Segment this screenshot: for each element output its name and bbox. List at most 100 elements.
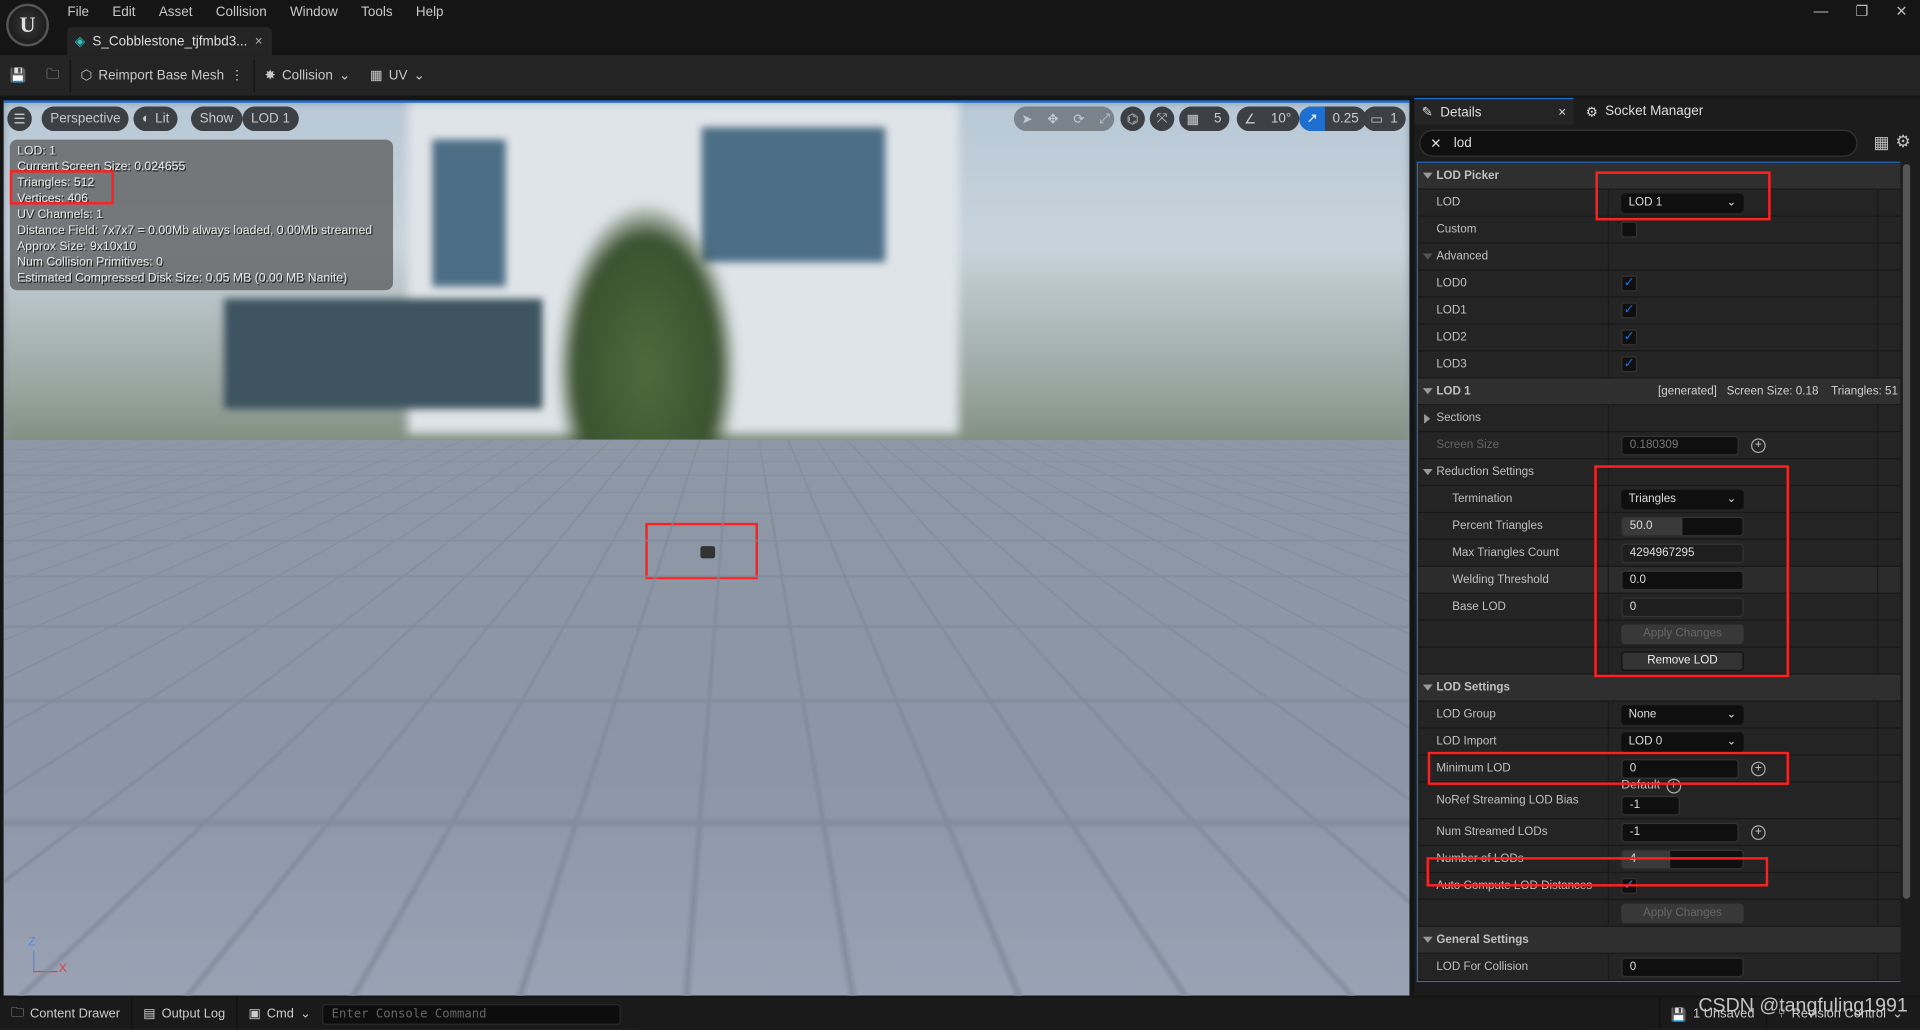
tab-details[interactable]: ✎ Details × (1414, 97, 1574, 125)
property-lod1: LOD1 ✓ (1417, 297, 1901, 325)
camera-speed-value: 1 (1390, 111, 1398, 127)
scrollbar[interactable] (1902, 164, 1911, 899)
search-input[interactable]: ✕ lod (1419, 129, 1858, 157)
viewport-menu-button[interactable]: ☰ (7, 106, 32, 132)
close-tab-icon[interactable]: × (1558, 105, 1566, 120)
lod0-checkbox[interactable]: ✓ (1621, 275, 1638, 292)
menu-help[interactable]: Help (416, 4, 455, 21)
add-icon[interactable]: + (1751, 437, 1766, 453)
highlight-box (1426, 857, 1769, 887)
close-tab-icon[interactable]: × (255, 34, 263, 49)
transform-tools[interactable]: ➤ ✥ ⟳ ⤢ (1013, 106, 1117, 132)
screen-size-field[interactable]: 0.180309 (1621, 435, 1739, 455)
select-icon[interactable]: ➤ (1014, 111, 1040, 127)
output-log-button[interactable]: ▤ Output Log (132, 997, 238, 1030)
minimize-button[interactable]: — (1814, 2, 1829, 19)
window-controls: — ❐ ✕ (1814, 2, 1908, 19)
num-streamed-lods-field[interactable]: -1 (1621, 822, 1739, 842)
property-label: Sections (1418, 405, 1609, 432)
num-streamed-lods-value: -1 (1629, 825, 1641, 839)
highlight-box (9, 170, 114, 205)
building-window (224, 298, 543, 409)
lod1-checkbox[interactable]: ✓ (1621, 302, 1638, 319)
property-lod0: LOD0 ✓ (1417, 270, 1901, 298)
lod-for-collision-field[interactable]: 0 (1621, 956, 1744, 977)
stat-lod: LOD: 1 (17, 144, 56, 158)
viewport[interactable]: ☰ Perspective ◐ Lit Show LOD 1 ➤ ✥ ⟳ ⤢ ⌬ ⤧ ▦… (3, 100, 1410, 996)
show-button[interactable]: Show (191, 106, 242, 132)
property-lod3: LOD3 ✓ (1417, 351, 1901, 379)
content-drawer-button[interactable]: 🗀 Content Drawer (0, 997, 133, 1030)
menu-collision[interactable]: Collision (216, 4, 278, 21)
menu-tools[interactable]: Tools (361, 4, 403, 21)
cmd-dropdown[interactable]: ▣ Cmd ⌄ (237, 998, 321, 1030)
collision-icon: ✸ (264, 68, 276, 84)
lod2-checkbox[interactable]: ✓ (1621, 329, 1638, 346)
category-lod1[interactable]: LOD 1 [generated] Screen Size: 0.18 Trian… (1417, 378, 1901, 406)
static-mesh-icon: ◈ (74, 34, 86, 49)
rotate-icon[interactable]: ⟳ (1066, 111, 1092, 127)
chevron-down-icon: ⌄ (1726, 707, 1737, 722)
angle-snap-button[interactable]: ∠ 10° (1236, 106, 1299, 132)
gear-icon[interactable]: ⚙ (1896, 131, 1911, 152)
clear-search-icon[interactable]: ✕ (1430, 135, 1441, 152)
scale-icon[interactable]: ⤢ (1092, 111, 1117, 127)
menu-edit[interactable]: Edit (112, 4, 146, 21)
chevron-down-icon: ⌄ (338, 68, 351, 84)
lit-button[interactable]: ◐ Lit (133, 106, 178, 132)
property-label: Base LOD (1418, 593, 1609, 620)
menu-file[interactable]: File (67, 4, 100, 21)
uv-menu[interactable]: ▦ UV ⌄ (360, 55, 435, 95)
move-icon[interactable]: ✥ (1040, 111, 1066, 127)
scale-snap-button[interactable]: ↗ 0.25 (1299, 106, 1367, 132)
property-label: Advanced (1418, 243, 1609, 270)
grid-snap-button[interactable]: ▦ 5 (1179, 106, 1229, 132)
toolbar: 💾 🗀 ⬡ Reimport Base Mesh ⋮ ✸ Collision ⌄ ▦ UV… (0, 55, 1920, 96)
console-input[interactable]: Enter Console Command (321, 1003, 621, 1025)
perspective-button[interactable]: Perspective (41, 106, 130, 132)
angle-icon: ∠ (1244, 112, 1257, 127)
menu-window[interactable]: Window (290, 4, 349, 21)
chevron-down-icon: ⌄ (300, 1006, 311, 1022)
document-tab[interactable]: ◈ S_Cobblestone_tjfmbd3... × (67, 26, 272, 56)
save-button[interactable]: 💾 (0, 55, 36, 95)
lod-import-dropdown[interactable]: LOD 0 ⌄ (1621, 731, 1744, 752)
add-icon[interactable]: + (1751, 824, 1766, 840)
browse-button[interactable]: 🗀 (36, 55, 69, 95)
property-sections[interactable]: Sections (1417, 405, 1901, 433)
more-icon[interactable]: ⋮ (230, 67, 243, 84)
tab-socket-manager[interactable]: ⚙ Socket Manager (1578, 98, 1704, 125)
custom-checkbox[interactable] (1621, 221, 1638, 238)
lod-group-dropdown[interactable]: None ⌄ (1621, 704, 1744, 725)
chevron-down-icon: ⌄ (413, 68, 425, 84)
property-noref-bias: NoRef Streaming LOD Bias Default + -1 (1417, 778, 1901, 820)
close-window-button[interactable]: ✕ (1895, 2, 1907, 19)
folder-search-icon: 🗀 (46, 67, 60, 83)
property-label: Termination (1418, 486, 1609, 512)
highlight-box (1427, 751, 1789, 785)
category-general-settings[interactable]: General Settings (1417, 926, 1901, 954)
lit-label: Lit (155, 111, 170, 127)
menu-bar: File Edit Asset Collision Window Tools H… (67, 4, 466, 21)
property-label: Max Triangles Count (1418, 540, 1609, 566)
apply-changes-button[interactable]: Apply Changes (1621, 903, 1744, 923)
lod-button[interactable]: LOD 1 (242, 106, 299, 132)
noref-bias-field[interactable]: -1 (1621, 795, 1681, 815)
table-view-icon[interactable]: ▦ (1873, 132, 1889, 153)
local-space-button[interactable]: ⌬ (1120, 106, 1145, 132)
menu-asset[interactable]: Asset (159, 4, 204, 21)
reimport-button[interactable]: ⬡ Reimport Base Mesh ⋮ (71, 55, 254, 95)
collision-menu[interactable]: ✸ Collision ⌄ (255, 55, 360, 95)
lod-import-value: LOD 0 (1628, 734, 1663, 749)
highlight-box (1595, 171, 1771, 221)
category-advanced[interactable]: Advanced (1417, 243, 1901, 271)
property-label: LOD1 (1418, 297, 1609, 324)
camera-speed-button[interactable]: ▭ 1 (1362, 106, 1406, 132)
category-lod-settings[interactable]: LOD Settings (1417, 674, 1901, 702)
lod3-checkbox[interactable]: ✓ (1621, 356, 1638, 373)
unreal-logo[interactable]: U (6, 3, 49, 47)
maximize-button[interactable]: ❐ (1855, 2, 1868, 19)
surface-snap-button[interactable]: ⤧ (1149, 106, 1175, 132)
stats-overlay: LOD: 1 Current Screen Size: 0.024655 Tri… (9, 139, 394, 291)
axis-x-label: X (58, 962, 67, 976)
